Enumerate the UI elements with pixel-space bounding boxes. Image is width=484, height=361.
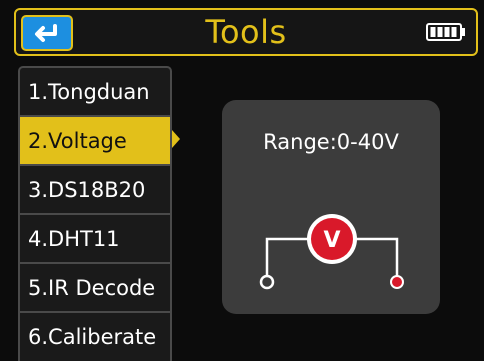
voltmeter-icon: V (307, 214, 357, 264)
meter-symbol: V (323, 228, 340, 253)
voltage-detail-card: Range:0-40V V (222, 100, 440, 314)
menu-item-tongduan[interactable]: 1.Tongduan (20, 68, 170, 117)
menu-item-voltage[interactable]: 2.Voltage (20, 117, 170, 166)
menu-item-ir-decode[interactable]: 5.IR Decode (20, 264, 170, 313)
page-title: Tools (205, 13, 287, 51)
selection-pointer (172, 130, 180, 148)
battery-full-icon (426, 23, 465, 41)
negative-terminal-icon (259, 274, 275, 290)
tools-menu: 1.Tongduan 2.Voltage 3.DS18B20 4.DHT11 5… (18, 66, 172, 361)
menu-item-caliberate[interactable]: 6.Caliberate (20, 313, 170, 361)
menu-item-dht11[interactable]: 4.DHT11 (20, 215, 170, 264)
positive-terminal-icon (390, 275, 404, 289)
menu-item-ds18b20[interactable]: 3.DS18B20 (20, 166, 170, 215)
voltmeter-circuit-diagram: V (259, 214, 404, 290)
title-bar: Tools (14, 8, 478, 56)
